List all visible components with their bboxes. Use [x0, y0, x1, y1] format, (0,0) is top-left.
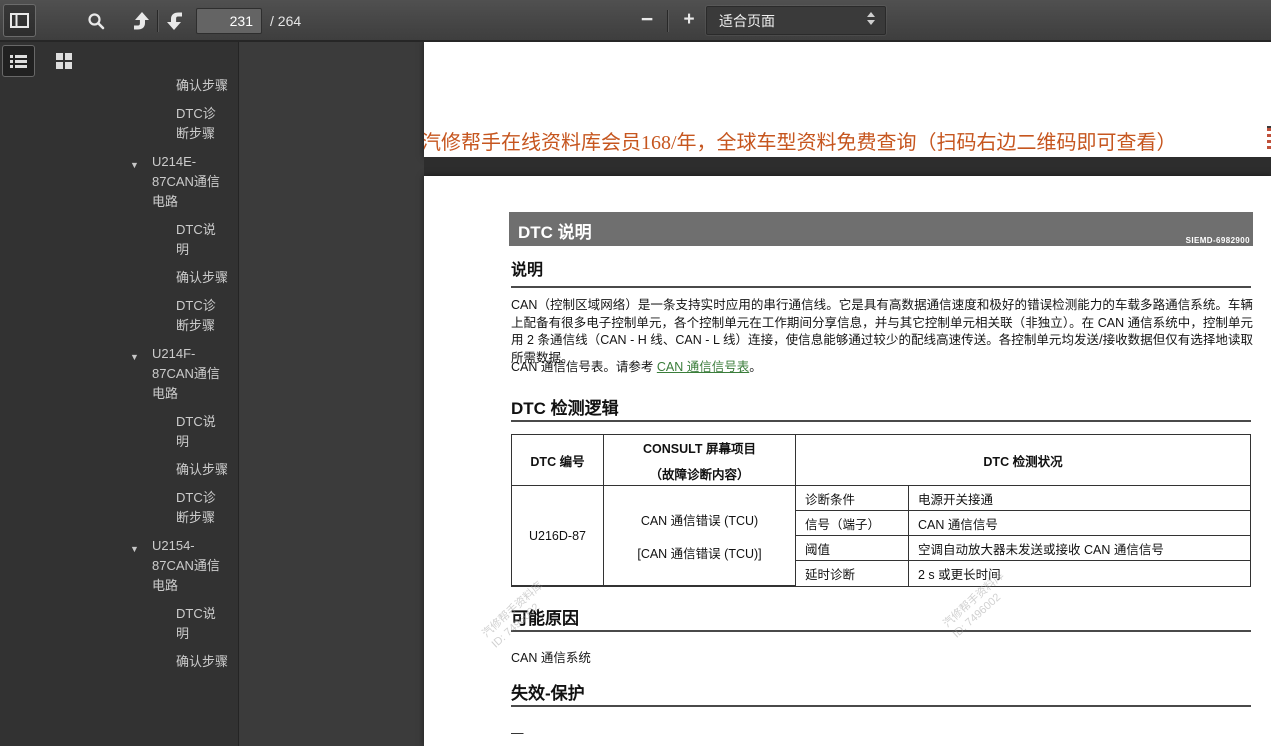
table-cell-condition-value: 2 s 或更长时间: [909, 561, 1250, 586]
pdf-page-current: DTC 说明 SIEMD-6982900 说明 CAN（控制区域网络）是一条支持…: [424, 176, 1271, 746]
consult-item-line1: CAN 通信错误 (TCU): [641, 510, 758, 529]
outline-item[interactable]: 确认步骤: [0, 76, 228, 96]
ad-banner-text: 汽修帮手在线资料库会员168/年，全球车型资料免费查询（扫码右边二维码即可查看）: [424, 126, 1271, 155]
reference-line: CAN 通信信号表。请参考 CAN 通信信号表。: [511, 356, 762, 375]
zoom-in-button[interactable]: +: [676, 6, 702, 34]
outline-item[interactable]: 确认步骤: [0, 652, 228, 672]
outline-item[interactable]: DTC诊断步骤: [0, 488, 228, 528]
table-cell-consult-item: CAN 通信错误 (TCU) [CAN 通信错误 (TCU)]: [604, 486, 796, 586]
consult-header-line1: CONSULT 屏幕项目: [643, 438, 756, 457]
arrow-down-icon: [164, 10, 186, 32]
outline-item[interactable]: DTC诊断步骤: [0, 104, 228, 144]
dtc-header-title: DTC 说明: [518, 218, 592, 243]
table-cell-dtc-code: U216D-87: [512, 486, 604, 586]
zoom-out-button[interactable]: −: [634, 6, 660, 34]
plus-icon: +: [683, 9, 694, 31]
dtc-header-bar: DTC 说明 SIEMD-6982900: [509, 212, 1253, 246]
outline-item-label: U214E-87CAN通信电路: [152, 154, 220, 209]
outline-item-label: U2154-87CAN通信电路: [152, 538, 220, 593]
sidebar-toggle-button[interactable]: [3, 4, 36, 37]
previous-page-button[interactable]: [127, 8, 155, 34]
toolbar-separator: [667, 10, 668, 32]
dtc-detection-table: DTC 编号 CONSULT 屏幕项目 （故障诊断内容） DTC 检测状况 U2…: [511, 434, 1251, 587]
search-icon: [87, 12, 105, 30]
section-rule: [511, 630, 1251, 632]
outline-list-icon: [10, 54, 27, 69]
section-title-desc: 说明: [511, 256, 543, 280]
section-title-cause: 可能原因: [511, 604, 579, 629]
arrow-up-icon: [130, 10, 152, 32]
possible-cause-text: CAN 通信系统: [511, 647, 591, 666]
table-cell-condition-value: 空调自动放大器未发送或接收 CAN 通信信号: [909, 536, 1250, 561]
outline-item-label: U214F-87CAN通信电路: [152, 346, 220, 401]
section-title-logic: DTC 检测逻辑: [511, 394, 619, 419]
table-cell-condition-value: 电源开关接通: [909, 486, 1250, 511]
document-code: SIEMD-6982900: [1186, 236, 1250, 245]
page-number-input[interactable]: [196, 8, 262, 34]
outline-item[interactable]: DTC说明: [0, 220, 228, 260]
expand-triangle-icon[interactable]: ▼: [130, 155, 139, 175]
table-header-status: DTC 检测状况: [796, 435, 1250, 486]
table-cell-condition-label: 延时诊断: [796, 561, 909, 586]
minus-icon: −: [641, 8, 653, 32]
section-title-failsafe: 失效-保护: [511, 679, 585, 704]
next-page-button[interactable]: [161, 8, 189, 34]
sidebar: 确认步骤 DTC诊断步骤 ▼ U214E-87CAN通信电路 DTC说明 确认步…: [0, 42, 239, 746]
chevron-updown-icon: [867, 12, 875, 25]
table-cell-condition-label: 诊断条件: [796, 486, 909, 511]
page-count-label: / 264: [270, 13, 301, 29]
outline-view-button[interactable]: [2, 45, 35, 77]
table-cell-condition-label: 信号（端子）: [796, 511, 909, 536]
outline-item[interactable]: ▼ U214E-87CAN通信电路: [0, 152, 224, 212]
expand-triangle-icon[interactable]: ▼: [130, 539, 139, 559]
outline-item[interactable]: ▼ U214F-87CAN通信电路: [0, 344, 224, 404]
section-rule: [511, 705, 1251, 707]
thumbnail-view-button[interactable]: [47, 45, 80, 77]
zoom-scale-value: 适合页面: [719, 11, 775, 31]
reference-suffix: 。: [749, 360, 762, 374]
pdf-page-previous: 汽修帮手在线资料库会员168/年，全球车型资料免费查询（扫码右边二维码即可查看）: [424, 42, 1271, 157]
consult-header-line2: （故障诊断内容）: [649, 464, 749, 483]
outline-item[interactable]: DTC说明: [0, 412, 228, 452]
section-rule: [511, 286, 1251, 288]
outline-item[interactable]: 确认步骤: [0, 460, 228, 480]
outline-item[interactable]: DTC说明: [0, 604, 228, 644]
toolbar-separator: [157, 10, 158, 32]
expand-triangle-icon[interactable]: ▼: [130, 347, 139, 367]
table-header-consult: CONSULT 屏幕项目 （故障诊断内容）: [604, 435, 796, 486]
search-button[interactable]: [83, 8, 109, 34]
pdf-viewer: / 264 − + 适合页面: [0, 0, 1271, 746]
section-rule: [511, 420, 1251, 422]
outline-item[interactable]: ▼ U2154-87CAN通信电路: [0, 536, 224, 596]
failsafe-text: —: [511, 726, 524, 740]
thumbnails-grid-icon: [56, 53, 72, 69]
reference-prefix: CAN 通信信号表。请参考: [511, 360, 657, 374]
toolbar: / 264 − + 适合页面: [0, 0, 1271, 42]
table-cell-condition-label: 阈值: [796, 536, 909, 561]
page-gap: [424, 157, 1271, 176]
sidebar-toggle-icon: [10, 13, 29, 28]
consult-item-line2: [CAN 通信错误 (TCU)]: [637, 543, 761, 562]
document-outline: 确认步骤 DTC诊断步骤 ▼ U214E-87CAN通信电路 DTC说明 确认步…: [0, 76, 238, 746]
page-edge-artifact: [1267, 128, 1271, 150]
zoom-scale-select[interactable]: 适合页面: [706, 6, 886, 35]
table-cell-condition-value: CAN 通信信号: [909, 511, 1250, 536]
outline-item[interactable]: DTC诊断步骤: [0, 296, 228, 336]
table-header-dtc-no: DTC 编号: [512, 435, 604, 486]
can-signal-table-link[interactable]: CAN 通信信号表: [657, 360, 749, 374]
outline-item[interactable]: 确认步骤: [0, 268, 228, 288]
viewer-area[interactable]: 汽修帮手在线资料库会员168/年，全球车型资料免费查询（扫码右边二维码即可查看）…: [240, 42, 1271, 746]
